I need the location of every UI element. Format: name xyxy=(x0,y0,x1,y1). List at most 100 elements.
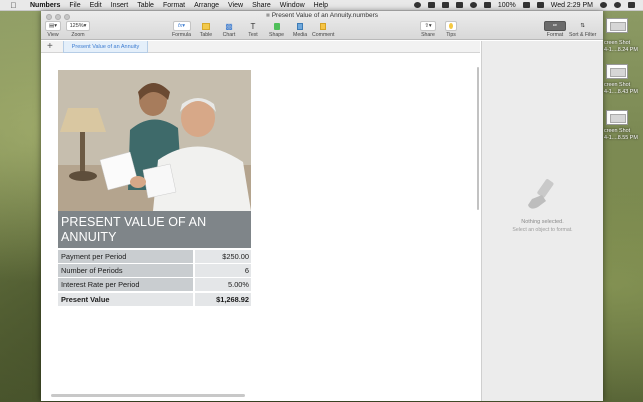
card-heading[interactable]: PRESENT VALUE OF AN ANNUITY xyxy=(58,211,251,248)
menu-help[interactable]: Help xyxy=(314,2,328,9)
tips-button[interactable] xyxy=(445,21,457,31)
menubar:  Numbers File Edit Insert Table Format … xyxy=(0,0,643,11)
share-button[interactable]: ⇧▾ xyxy=(420,21,436,31)
chevron-down-icon: ▾ xyxy=(83,23,87,29)
zoom-select[interactable]: 125% ▾ xyxy=(66,21,90,31)
horizontal-scrollbar[interactable] xyxy=(51,394,245,397)
menu-file[interactable]: File xyxy=(69,2,80,9)
chart-label: Chart xyxy=(222,32,236,38)
keyboard-icon[interactable] xyxy=(441,2,449,8)
row-label[interactable]: Payment per Period xyxy=(58,250,193,263)
user-icon[interactable] xyxy=(600,2,607,8)
battery-icon[interactable] xyxy=(522,2,530,8)
couple-photo[interactable] xyxy=(58,70,251,211)
function-icon: fx▾ xyxy=(177,23,186,29)
tips-control[interactable]: Tips xyxy=(445,21,457,38)
shape-button[interactable] xyxy=(271,21,283,31)
media-control[interactable]: Media xyxy=(293,21,307,38)
total-row[interactable]: Present Value $1,268.92 xyxy=(58,293,251,306)
row-label[interactable]: Number of Periods xyxy=(58,264,193,277)
share-control[interactable]: ⇧▾ Share xyxy=(420,21,436,38)
notification-center-icon[interactable] xyxy=(628,2,635,8)
row-value[interactable]: 6 xyxy=(195,264,251,277)
format-control[interactable]: ✑ Format xyxy=(544,21,566,38)
toolbar: ▤▾ View 125% ▾ Zoom fx▾ Formula Table ▩ C… xyxy=(41,21,603,39)
comment-button[interactable] xyxy=(317,21,329,31)
chart-icon: ▩ xyxy=(225,21,233,31)
sheet-canvas[interactable]: PRESENT VALUE OF AN ANNUITY Payment per … xyxy=(41,53,480,401)
menu-format[interactable]: Format xyxy=(163,2,185,9)
wifi-icon[interactable] xyxy=(483,2,491,8)
menubar-clock[interactable]: Wed 2:29 PM xyxy=(551,2,593,9)
row-label[interactable]: Interest Rate per Period xyxy=(58,278,193,291)
menu-table[interactable]: Table xyxy=(137,2,154,9)
sheet-tab-bar: + Present Value of an Annuity xyxy=(41,41,480,53)
media-label: Media xyxy=(293,32,308,38)
menu-share[interactable]: Share xyxy=(252,2,271,9)
screenshot-file-icon xyxy=(606,18,628,33)
photo-image xyxy=(58,70,251,211)
formula-control[interactable]: fx▾ Formula xyxy=(172,21,191,38)
file-name-line1: creen Shot xyxy=(604,128,631,134)
sheet-tab[interactable]: Present Value of an Annuity xyxy=(63,41,148,53)
row-value[interactable]: 5.00% xyxy=(195,278,251,291)
window-titlebar[interactable]: ■ Present Value of an Annuity.numbers ▤▾… xyxy=(41,11,603,40)
view-control[interactable]: ▤▾ View xyxy=(45,21,61,38)
sort-filter-button[interactable]: ⇅ xyxy=(576,21,590,31)
desktop-file[interactable]: creen Shot 4-1....8.55 PM xyxy=(604,110,643,142)
total-label[interactable]: Present Value xyxy=(58,293,193,306)
table-row[interactable]: Interest Rate per Period 5.00% xyxy=(58,278,251,291)
text-button[interactable]: T xyxy=(247,21,259,31)
view-button[interactable]: ▤▾ xyxy=(45,21,61,31)
menu-arrange[interactable]: Arrange xyxy=(194,2,219,9)
file-name-line2: 4-1....8.24 PM xyxy=(604,47,638,53)
menu-view[interactable]: View xyxy=(228,2,243,9)
menu-app-name[interactable]: Numbers xyxy=(30,2,60,9)
sort-filter-control[interactable]: ⇅ Sort & Filter xyxy=(569,21,596,38)
apple-menu-icon[interactable]:  xyxy=(9,1,18,10)
battery-percent[interactable]: 100% xyxy=(498,2,516,9)
document-icon: ■ xyxy=(265,12,270,19)
desktop-file[interactable]: creen Shot 4-1....8.24 PM xyxy=(604,40,643,54)
row-value[interactable]: $250.00 xyxy=(195,250,251,263)
input-source-icon[interactable] xyxy=(536,2,544,8)
total-value[interactable]: $1,268.92 xyxy=(195,293,251,306)
text-control[interactable]: T Text xyxy=(247,21,259,39)
menu-insert[interactable]: Insert xyxy=(111,2,129,9)
chart-control[interactable]: ▩ Chart xyxy=(222,21,236,39)
shape-control[interactable]: Shape xyxy=(269,21,284,38)
window-title: ■ Present Value of an Annuity.numbers xyxy=(265,12,379,19)
timer-icon[interactable] xyxy=(455,2,463,8)
view-label: View xyxy=(47,32,59,38)
lock-icon[interactable] xyxy=(427,2,435,8)
menu-window[interactable]: Window xyxy=(280,2,305,9)
vertical-scrollbar[interactable] xyxy=(477,67,479,210)
menu-edit[interactable]: Edit xyxy=(90,2,102,9)
table-icon xyxy=(202,22,210,30)
format-button[interactable]: ✑ xyxy=(544,21,566,31)
cloud-icon[interactable] xyxy=(413,2,421,8)
sort-arrows-icon: ⇅ xyxy=(580,23,585,29)
sidebar-icon: ▤▾ xyxy=(49,23,57,29)
text-icon: T xyxy=(250,21,256,31)
comment-label: Comment xyxy=(312,32,335,38)
comment-icon xyxy=(320,22,327,30)
table-row[interactable]: Payment per Period $250.00 xyxy=(58,250,251,263)
screenshot-file-icon xyxy=(606,110,628,125)
desktop-file[interactable]: creen Shot 4-1....8.43 PM xyxy=(604,64,643,96)
text-label: Text xyxy=(248,32,258,38)
bluetooth-icon[interactable] xyxy=(469,2,477,8)
desktop-file-thumbnail[interactable] xyxy=(604,18,643,33)
table-button[interactable] xyxy=(199,21,213,31)
spotlight-icon[interactable] xyxy=(614,2,621,8)
media-button[interactable] xyxy=(294,21,306,31)
formula-button[interactable]: fx▾ xyxy=(172,21,191,31)
zoom-control[interactable]: 125% ▾ Zoom xyxy=(66,21,90,38)
share-label: Share xyxy=(421,32,435,38)
comment-control[interactable]: Comment xyxy=(312,21,335,38)
table-control[interactable]: Table xyxy=(199,21,213,38)
table-row[interactable]: Number of Periods 6 xyxy=(58,264,251,277)
add-sheet-button[interactable]: + xyxy=(47,41,53,52)
inspector-message: Nothing selected. xyxy=(521,219,564,225)
chart-button[interactable]: ▩ xyxy=(222,21,236,31)
